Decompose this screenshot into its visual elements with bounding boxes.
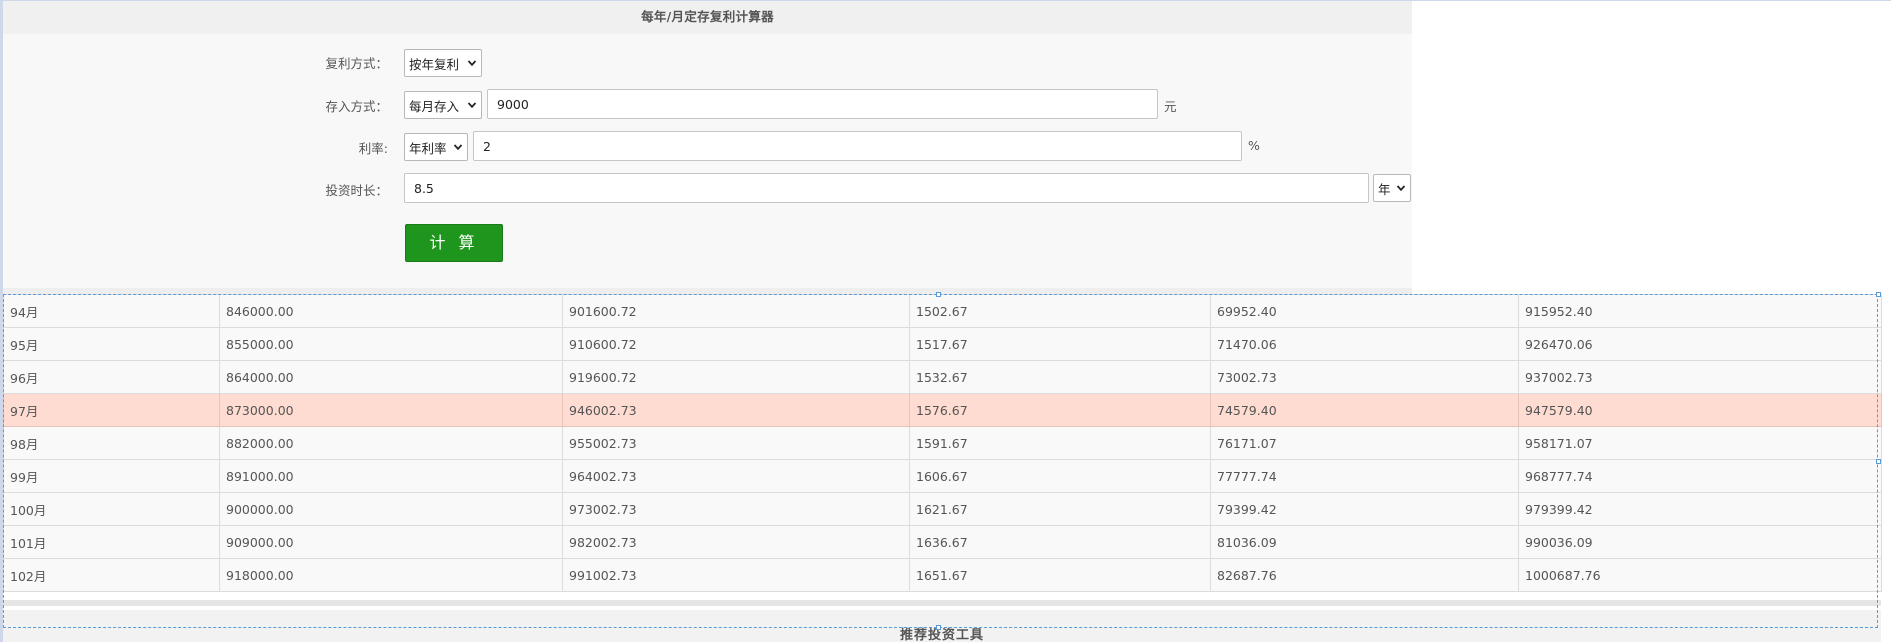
table-cell: 79399.42 <box>1210 492 1519 526</box>
compound-select[interactable]: 按年复利 <box>404 49 482 77</box>
chevron-down-icon <box>1396 185 1406 192</box>
table-cell: 910600.72 <box>562 327 910 361</box>
table-cell: 982002.73 <box>562 525 910 559</box>
rate-input[interactable] <box>473 131 1242 161</box>
table-cell: 81036.09 <box>1210 525 1519 559</box>
table-cell: 1591.67 <box>909 426 1211 460</box>
table-cell: 919600.72 <box>562 360 910 394</box>
duration-unit-value: 年 <box>1378 181 1391 197</box>
table-cell: 1517.67 <box>909 327 1211 361</box>
table-cell: 918000.00 <box>219 558 563 592</box>
result-table-wrap: 94月 846000.00 901600.72 1502.67 69952.40 9159… <box>3 294 1882 592</box>
table-cell: 74579.40 <box>1210 393 1519 427</box>
rate-type-select[interactable]: 年利率 <box>404 133 468 161</box>
table-row: 100月 900000.00 973002.73 1621.67 79399.42 979… <box>3 492 1882 526</box>
table-cell: 979399.42 <box>1518 492 1882 526</box>
table-cell: 873000.00 <box>219 393 563 427</box>
table-cell: 1621.67 <box>909 492 1211 526</box>
table-cell: 1651.67 <box>909 558 1211 592</box>
table-cell: 882000.00 <box>219 426 563 460</box>
table-cell: 98月 <box>3 426 220 460</box>
table-cell: 990036.09 <box>1518 525 1882 559</box>
table-row: 99月 891000.00 964002.73 1606.67 77777.74 9687… <box>3 459 1882 493</box>
table-cell: 855000.00 <box>219 327 563 361</box>
table-cell: 96月 <box>3 360 220 394</box>
rate-type-value: 年利率 <box>409 140 447 156</box>
table-cell: 71470.06 <box>1210 327 1519 361</box>
duration-label: 投资时长： <box>325 183 388 198</box>
deposit-mode-value: 每月存入 <box>409 98 460 114</box>
table-row: 94月 846000.00 901600.72 1502.67 69952.40 9159… <box>3 294 1882 328</box>
rate-unit: % <box>1248 138 1260 153</box>
table-cell: 1000687.76 <box>1518 558 1882 592</box>
deposit-label: 存入方式： <box>325 99 388 114</box>
table-cell: 1576.67 <box>909 393 1211 427</box>
calculate-button[interactable]: 计 算 <box>405 224 503 262</box>
table-cell: 69952.40 <box>1210 294 1519 328</box>
table-cell: 958171.07 <box>1518 426 1882 460</box>
table-row: 102月 918000.00 991002.73 1651.67 82687.76 100… <box>3 558 1882 592</box>
table-cell: 909000.00 <box>219 525 563 559</box>
table-cell: 99月 <box>3 459 220 493</box>
table-cell: 94月 <box>3 294 220 328</box>
table-cell: 1606.67 <box>909 459 1211 493</box>
table-cell: 947579.40 <box>1518 393 1882 427</box>
table-cell: 973002.73 <box>562 492 910 526</box>
chevron-down-icon <box>453 144 463 151</box>
table-cell: 76171.07 <box>1210 426 1519 460</box>
deposit-mode-select[interactable]: 每月存入 <box>404 91 482 119</box>
table-cell: 968777.74 <box>1518 459 1882 493</box>
table-cell: 102月 <box>3 558 220 592</box>
table-cell: 946002.73 <box>562 393 910 427</box>
calculator-title: 每年/月定存复利计算器 <box>3 1 1412 34</box>
table-cell: 937002.73 <box>1518 360 1882 394</box>
table-cell: 891000.00 <box>219 459 563 493</box>
table-row: 98月 882000.00 955002.73 1591.67 76171.07 9581… <box>3 426 1882 460</box>
table-cell: 926470.06 <box>1518 327 1882 361</box>
table-cell: 100月 <box>3 492 220 526</box>
compound-label: 复利方式： <box>325 56 388 71</box>
table-cell: 991002.73 <box>562 558 910 592</box>
footer-divider <box>3 600 1881 606</box>
table-cell: 77777.74 <box>1210 459 1519 493</box>
table-cell: 846000.00 <box>219 294 563 328</box>
table-cell: 864000.00 <box>219 360 563 394</box>
table-row: 97月 873000.00 946002.73 1576.67 74579.40 9475… <box>3 393 1882 427</box>
table-cell: 95月 <box>3 327 220 361</box>
deposit-unit: 元 <box>1164 99 1177 114</box>
table-cell: 101月 <box>3 525 220 559</box>
table-cell: 915952.40 <box>1518 294 1882 328</box>
table-cell: 901600.72 <box>562 294 910 328</box>
table-cell: 900000.00 <box>219 492 563 526</box>
duration-input[interactable] <box>404 173 1369 203</box>
table-cell: 1636.67 <box>909 525 1211 559</box>
result-table: 94月 846000.00 901600.72 1502.67 69952.40 9159… <box>3 294 1882 592</box>
table-cell: 1502.67 <box>909 294 1211 328</box>
table-row: 101月 909000.00 982002.73 1636.67 81036.09 990… <box>3 525 1882 559</box>
footer-section: 推荐投资工具 <box>3 610 1881 642</box>
table-row: 96月 864000.00 919600.72 1532.67 73002.73 9370… <box>3 360 1882 394</box>
table-cell: 955002.73 <box>562 426 910 460</box>
table-row: 95月 855000.00 910600.72 1517.67 71470.06 9264… <box>3 327 1882 361</box>
chevron-down-icon <box>467 102 477 109</box>
table-cell: 82687.76 <box>1210 558 1519 592</box>
rate-label: 利率: <box>358 141 388 156</box>
table-cell: 964002.73 <box>562 459 910 493</box>
table-cell: 73002.73 <box>1210 360 1519 394</box>
calculator-panel: 每年/月定存复利计算器 复利方式： 按年复利 存入方式： 每月存入 元 利率: … <box>3 1 1412 288</box>
chevron-down-icon <box>467 60 477 67</box>
compound-select-value: 按年复利 <box>409 56 460 72</box>
deposit-amount-input[interactable] <box>487 89 1158 119</box>
result-table-body: 94月 846000.00 901600.72 1502.67 69952.40 9159… <box>3 294 1882 592</box>
table-cell: 1532.67 <box>909 360 1211 394</box>
footer-heading: 推荐投资工具 <box>899 628 984 642</box>
duration-unit-select[interactable]: 年 <box>1373 174 1411 202</box>
table-cell: 97月 <box>3 393 220 427</box>
